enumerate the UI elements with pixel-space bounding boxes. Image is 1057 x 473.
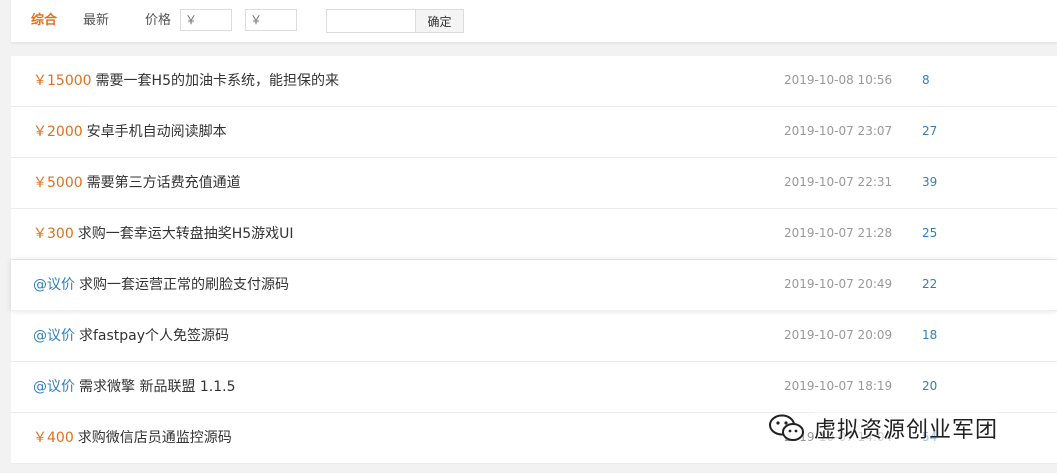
list-item[interactable]: ￥5000 需要第三方话费充值通道 2019-10-07 22:31 39 [11, 158, 1057, 209]
filter-bar: 综合 最新 价格 - 确定 [11, 0, 1057, 43]
watermark-text: 虚拟资源创业军团 [814, 412, 999, 444]
item-title-wrap[interactable]: @议价 需求微擎 新品联盟 1.1.5 [33, 378, 236, 396]
confirm-button[interactable]: 确定 [415, 9, 464, 33]
item-date: 2019-10-07 23:07 [784, 124, 893, 138]
price-label: 价格 [145, 13, 172, 28]
item-title-wrap[interactable]: @议价 求fastpay个人免签源码 [33, 327, 229, 345]
list-item[interactable]: ￥15000 需要一套H5的加油卡系统，能担保的来 2019-10-08 10:56… [11, 56, 1057, 107]
item-count: 8 [922, 73, 930, 87]
item-date: 2019-10-08 10:56 [784, 73, 893, 87]
item-count: 39 [922, 175, 938, 189]
item-price: @议价 [33, 379, 75, 395]
item-count: 18 [922, 328, 938, 342]
wechat-icon [769, 414, 804, 441]
item-title-wrap[interactable]: ￥400 求购微信店员通监控源码 [33, 429, 232, 447]
item-title[interactable]: 需求微擎 新品联盟 1.1.5 [79, 379, 236, 395]
demand-list: ￥15000 需要一套H5的加油卡系统，能担保的来 2019-10-08 10:56… [11, 56, 1057, 464]
tab-latest[interactable]: 最新 [83, 12, 109, 30]
item-title[interactable]: 求购微信店员通监控源码 [78, 430, 232, 446]
price-max-input[interactable] [245, 9, 297, 31]
item-price: ￥2000 [33, 124, 83, 140]
item-count: 25 [922, 226, 938, 240]
item-title-wrap[interactable]: ￥300 求购一套幸运大转盘抽奖H5游戏UI [33, 225, 294, 243]
list-item[interactable]: @议价 需求微擎 新品联盟 1.1.5 2019-10-07 18:19 20 [11, 362, 1057, 413]
list-item[interactable]: ￥2000 安卓手机自动阅读脚本 2019-10-07 23:07 27 [11, 107, 1057, 158]
item-title[interactable]: 求fastpay个人免签源码 [79, 328, 229, 344]
item-date: 2019-10-07 22:31 [784, 175, 893, 189]
item-price: ￥400 [33, 430, 74, 446]
item-title-wrap[interactable]: ￥5000 需要第三方话费充值通道 [33, 174, 241, 192]
list-item[interactable]: @议价 求购一套运营正常的刷脸支付源码 2019-10-07 20:49 22 [11, 260, 1057, 311]
item-price: ￥300 [33, 226, 74, 242]
list-item[interactable]: ￥300 求购一套幸运大转盘抽奖H5游戏UI 2019-10-07 21:28 25 [11, 209, 1057, 260]
item-date: 2019-10-07 20:09 [784, 328, 893, 342]
item-count: 20 [922, 379, 938, 393]
item-title[interactable]: 需要一套H5的加油卡系统，能担保的来 [96, 73, 339, 89]
item-date: 2019-10-07 18:19 [784, 379, 893, 393]
item-price: ￥15000 [33, 73, 92, 89]
item-title-wrap[interactable]: ￥15000 需要一套H5的加油卡系统，能担保的来 [33, 72, 339, 90]
item-title-wrap[interactable]: @议价 求购一套运营正常的刷脸支付源码 [33, 276, 289, 294]
item-title-wrap[interactable]: ￥2000 安卓手机自动阅读脚本 [33, 123, 227, 141]
item-title[interactable]: 求购一套幸运大转盘抽奖H5游戏UI [78, 226, 294, 242]
item-date: 2019-10-07 21:28 [784, 226, 893, 240]
tab-comprehensive[interactable]: 综合 [31, 12, 57, 30]
item-price: @议价 [33, 328, 75, 344]
item-count: 27 [922, 124, 938, 138]
item-price: ￥5000 [33, 175, 83, 191]
watermark: 虚拟资源创业军团 [768, 410, 999, 446]
item-price: @议价 [33, 277, 75, 293]
item-title[interactable]: 需要第三方话费充值通道 [87, 175, 241, 191]
price-min-input[interactable] [180, 9, 232, 31]
list-item[interactable]: @议价 求fastpay个人免签源码 2019-10-07 20:09 18 [11, 311, 1057, 362]
keyword-input[interactable] [326, 9, 416, 33]
item-title[interactable]: 安卓手机自动阅读脚本 [87, 124, 227, 140]
item-date: 2019-10-07 20:49 [784, 277, 893, 291]
item-count: 22 [922, 277, 938, 291]
item-title[interactable]: 求购一套运营正常的刷脸支付源码 [79, 277, 289, 293]
